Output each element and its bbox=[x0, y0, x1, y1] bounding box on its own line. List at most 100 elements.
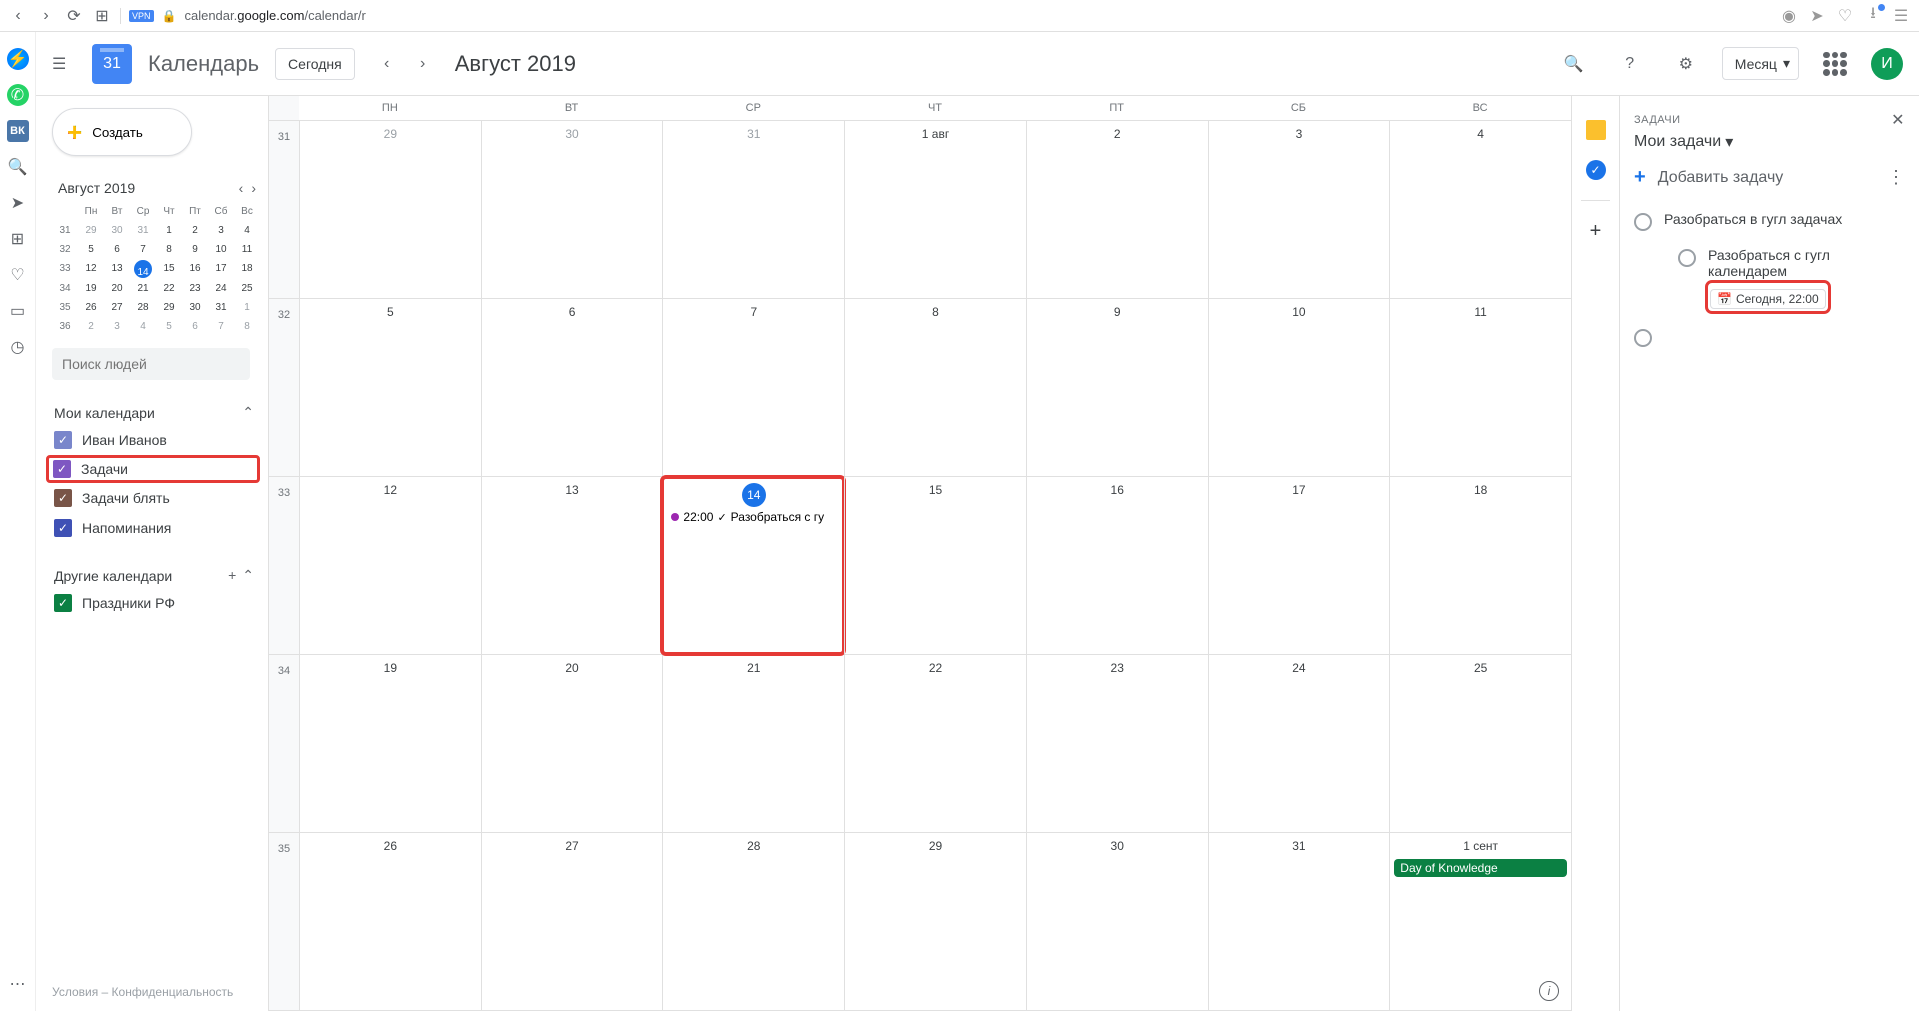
mini-day[interactable]: 12 bbox=[78, 259, 104, 279]
day-cell[interactable]: 9 bbox=[1026, 299, 1208, 476]
add-calendar-button[interactable]: + bbox=[228, 567, 236, 584]
day-cell[interactable]: 4 bbox=[1389, 121, 1571, 298]
day-cell[interactable]: 5 bbox=[299, 299, 481, 476]
day-number[interactable]: 30 bbox=[565, 127, 578, 141]
day-number[interactable]: 16 bbox=[1111, 483, 1124, 497]
day-number[interactable]: 24 bbox=[1292, 661, 1305, 675]
avatar[interactable]: И bbox=[1871, 48, 1903, 80]
day-number[interactable]: 29 bbox=[929, 839, 942, 853]
mini-day[interactable]: 1 bbox=[156, 221, 182, 240]
day-cell[interactable]: 12 bbox=[299, 477, 481, 654]
mini-day[interactable]: 11 bbox=[234, 240, 260, 259]
reload-button[interactable]: ⟳ bbox=[64, 6, 84, 26]
task-date-chip[interactable]: 📅Сегодня, 22:00 bbox=[1710, 289, 1826, 309]
day-cell[interactable]: 29 bbox=[299, 121, 481, 298]
day-number[interactable]: 12 bbox=[384, 483, 397, 497]
day-number[interactable]: 14 bbox=[742, 483, 766, 507]
day-cell[interactable]: 19 bbox=[299, 655, 481, 832]
add-task-button[interactable]: + Добавить задачу ⋮ bbox=[1634, 152, 1905, 203]
vk-icon[interactable]: ВК bbox=[7, 120, 29, 142]
mini-day[interactable]: 22 bbox=[156, 279, 182, 298]
calendar-item[interactable]: ✓Задачи блять bbox=[52, 483, 260, 513]
day-cell[interactable]: 24 bbox=[1208, 655, 1390, 832]
day-number[interactable]: 21 bbox=[747, 661, 760, 675]
today-button[interactable]: Сегодня bbox=[275, 48, 355, 80]
mini-day[interactable]: 4 bbox=[234, 221, 260, 240]
day-number[interactable]: 11 bbox=[1474, 305, 1486, 319]
calendar-item[interactable]: ✓Праздники РФ bbox=[52, 588, 260, 618]
day-cell[interactable]: 20 bbox=[481, 655, 663, 832]
day-cell[interactable]: 7 bbox=[662, 299, 844, 476]
mini-day[interactable]: 18 bbox=[234, 259, 260, 279]
mini-day[interactable]: 30 bbox=[182, 298, 208, 317]
day-number[interactable]: 9 bbox=[1114, 305, 1121, 319]
hamburger-icon[interactable]: ☰ bbox=[52, 54, 76, 74]
mini-day[interactable]: 15 bbox=[156, 259, 182, 279]
day-number[interactable]: 30 bbox=[1111, 839, 1124, 853]
day-cell[interactable]: 10 bbox=[1208, 299, 1390, 476]
grid-icon[interactable]: ⊞ bbox=[7, 228, 29, 250]
back-button[interactable]: ‹ bbox=[8, 6, 28, 26]
download-icon[interactable]: ⭳ bbox=[1863, 6, 1883, 26]
mini-day[interactable]: 27 bbox=[104, 298, 130, 317]
day-number[interactable]: 1 сент bbox=[1463, 839, 1498, 853]
other-calendars-toggle[interactable]: Другие календари + ⌃ bbox=[52, 563, 260, 588]
day-cell[interactable]: 25 bbox=[1389, 655, 1571, 832]
day-number[interactable]: 20 bbox=[565, 661, 578, 675]
close-tasks-button[interactable]: ✕ bbox=[1891, 110, 1905, 130]
day-cell[interactable]: 1 авг bbox=[844, 121, 1026, 298]
mini-day[interactable]: 31 bbox=[208, 298, 234, 317]
mini-day[interactable]: 2 bbox=[182, 221, 208, 240]
plane-icon[interactable]: ➤ bbox=[7, 192, 29, 214]
mini-day[interactable]: 8 bbox=[234, 317, 260, 336]
footer-links[interactable]: Условия – Конфиденциальность bbox=[52, 985, 260, 999]
task-item[interactable]: Разобраться в гугл задачах bbox=[1634, 203, 1905, 239]
prev-month-button[interactable]: ‹ bbox=[371, 48, 403, 80]
extensions-icon[interactable]: ⊞ bbox=[92, 6, 112, 26]
day-number[interactable]: 29 bbox=[384, 127, 397, 141]
search-people-input[interactable] bbox=[52, 348, 250, 380]
mini-day[interactable]: 1 bbox=[234, 298, 260, 317]
day-number[interactable]: 17 bbox=[1292, 483, 1305, 497]
mini-day[interactable]: 31 bbox=[130, 221, 156, 240]
send-icon[interactable]: ➤ bbox=[1807, 6, 1827, 26]
my-calendars-toggle[interactable]: Мои календари ⌃ bbox=[52, 400, 260, 425]
mini-day[interactable]: 16 bbox=[182, 259, 208, 279]
mini-day[interactable]: 28 bbox=[130, 298, 156, 317]
day-cell[interactable]: 30 bbox=[481, 121, 663, 298]
day-cell[interactable]: 17 bbox=[1208, 477, 1390, 654]
day-cell[interactable]: 6 bbox=[481, 299, 663, 476]
mini-day[interactable]: 29 bbox=[78, 221, 104, 240]
calendar-item[interactable]: ✓Иван Иванов bbox=[52, 425, 260, 455]
event-chip[interactable]: 22:00✓Разобраться с гу bbox=[667, 509, 840, 525]
mini-day[interactable]: 10 bbox=[208, 240, 234, 259]
mini-day[interactable]: 21 bbox=[130, 279, 156, 298]
mini-day[interactable]: 4 bbox=[130, 317, 156, 336]
mini-day[interactable]: 7 bbox=[208, 317, 234, 336]
day-number[interactable]: 28 bbox=[747, 839, 760, 853]
day-cell[interactable]: 3 bbox=[1208, 121, 1390, 298]
mini-day[interactable]: 5 bbox=[78, 240, 104, 259]
day-cell[interactable]: 13 bbox=[481, 477, 663, 654]
mini-day[interactable]: 24 bbox=[208, 279, 234, 298]
tasks-icon[interactable]: ✓ bbox=[1586, 160, 1606, 180]
help-icon[interactable]: ? bbox=[1610, 44, 1650, 84]
day-number[interactable]: 23 bbox=[1111, 661, 1124, 675]
clock-icon[interactable]: ◷ bbox=[7, 336, 29, 358]
day-number[interactable]: 27 bbox=[565, 839, 578, 853]
calendar-item[interactable]: ✓Задачи bbox=[46, 455, 260, 483]
whatsapp-icon[interactable]: ✆ bbox=[7, 84, 29, 106]
bookmark-icon[interactable]: ▭ bbox=[7, 300, 29, 322]
calendar-item[interactable]: ✓Напоминания bbox=[52, 513, 260, 543]
apps-icon[interactable] bbox=[1815, 44, 1855, 84]
search-icon[interactable]: 🔍 bbox=[1554, 44, 1594, 84]
messenger-icon[interactable]: ⚡ bbox=[7, 48, 29, 70]
day-cell[interactable]: 31 bbox=[1208, 833, 1390, 1010]
day-cell[interactable]: 14 22:00✓Разобраться с гу bbox=[662, 477, 844, 654]
day-number[interactable]: 2 bbox=[1114, 127, 1121, 141]
day-cell[interactable]: 11 bbox=[1389, 299, 1571, 476]
keep-icon[interactable] bbox=[1586, 120, 1606, 140]
view-selector[interactable]: Месяц▾ bbox=[1722, 47, 1799, 80]
day-cell[interactable]: 22 bbox=[844, 655, 1026, 832]
mini-day[interactable]: 20 bbox=[104, 279, 130, 298]
